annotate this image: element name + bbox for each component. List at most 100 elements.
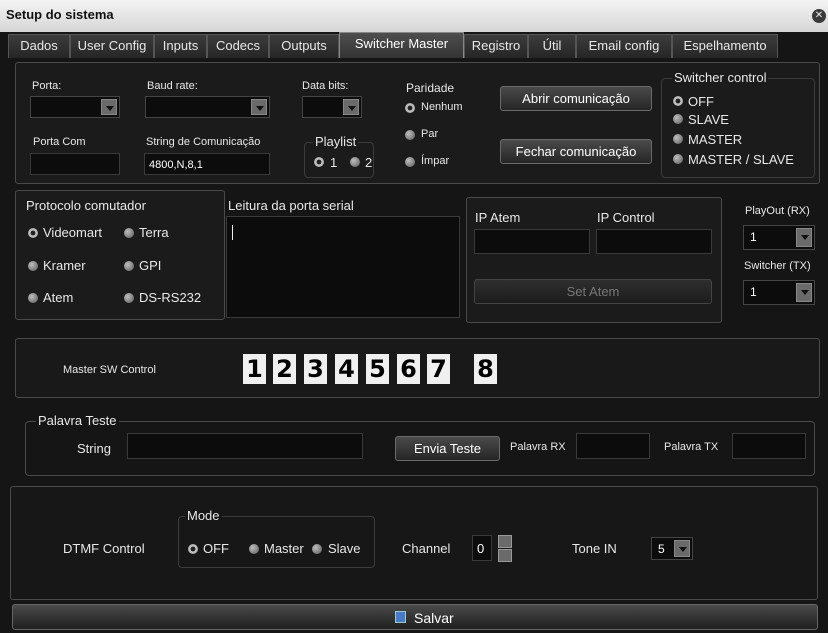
protocolo-terra-radio[interactable] — [124, 228, 134, 238]
channel-up-icon[interactable] — [498, 535, 512, 548]
paridade-impar-label: Ímpar — [421, 155, 450, 167]
chevron-down-icon[interactable] — [674, 540, 690, 557]
palavra-rx-label: Palavra RX — [510, 441, 566, 453]
dtmf-label: DTMF Control — [63, 541, 145, 556]
tone-in-label: Tone IN — [572, 541, 617, 556]
mode-slave-radio[interactable] — [312, 544, 322, 554]
master-sw-button-3[interactable]: 3 — [304, 354, 327, 384]
channel-down-icon[interactable] — [498, 549, 512, 562]
leitura-textarea[interactable] — [226, 216, 460, 318]
chevron-down-icon[interactable] — [101, 99, 117, 115]
protocolo-ds-rs232-radio[interactable] — [124, 293, 134, 303]
playout-label: PlayOut (RX) — [745, 205, 810, 217]
protocolo-ds-rs232-label: DS-RS232 — [139, 290, 202, 305]
protocolo-kramer-radio[interactable] — [28, 261, 38, 271]
chevron-down-icon[interactable] — [796, 228, 812, 247]
tab-inputs[interactable]: Inputs — [154, 34, 207, 58]
protocolo-kramer-label: Kramer — [43, 258, 86, 273]
window-title: Setup do sistema — [6, 7, 114, 22]
master-sw-button-2[interactable]: 2 — [273, 354, 296, 384]
chevron-down-icon[interactable] — [343, 99, 359, 115]
fechar-comunicacao-button[interactable]: Fechar comunicação — [500, 139, 652, 164]
ip-atem-field[interactable] — [474, 229, 590, 254]
switcher-master-slave-radio[interactable] — [673, 154, 683, 164]
tab-util[interactable]: Útil — [528, 34, 576, 58]
switcher-master-radio[interactable] — [673, 134, 683, 144]
paridade-par-radio[interactable] — [405, 130, 415, 140]
protocolo-atem-radio[interactable] — [28, 293, 38, 303]
abrir-comunicacao-button[interactable]: Abrir comunicação — [500, 86, 652, 111]
channel-field[interactable]: 0 — [472, 535, 492, 561]
ip-control-label: IP Control — [597, 210, 655, 225]
protocolo-gpi-radio[interactable] — [124, 261, 134, 271]
master-sw-button-7[interactable]: 7 — [427, 354, 450, 384]
string-field[interactable] — [127, 433, 363, 459]
protocolo-videomart-radio[interactable] — [28, 228, 38, 238]
chevron-down-icon[interactable] — [796, 283, 812, 302]
master-sw-button-6[interactable]: 6 — [397, 354, 420, 384]
mode-label: Mode — [185, 508, 222, 523]
playout-value: 1 — [750, 230, 757, 244]
switcher-slave-label: SLAVE — [688, 112, 729, 127]
porta-com-label: Porta Com — [33, 136, 86, 148]
baud-rate-select[interactable] — [145, 96, 270, 118]
string-comunicacao-label: String de Comunicação — [146, 136, 261, 148]
switcher-tx-select[interactable]: 1 — [743, 280, 815, 305]
porta-select[interactable] — [30, 96, 120, 118]
ip-control-field[interactable] — [596, 229, 712, 254]
text-caret — [232, 225, 233, 240]
playlist-1-radio[interactable] — [314, 157, 324, 167]
master-sw-button-4[interactable]: 4 — [335, 354, 358, 384]
mode-master-radio[interactable] — [249, 544, 259, 554]
tab-registro[interactable]: Registro — [464, 34, 528, 58]
string-label: String — [77, 441, 111, 456]
master-sw-button-5[interactable]: 5 — [366, 354, 389, 384]
tab-dados[interactable]: Dados — [8, 34, 70, 58]
data-bits-select[interactable] — [302, 96, 362, 118]
paridade-par-label: Par — [421, 128, 439, 140]
leitura-label: Leitura da porta serial — [228, 198, 354, 213]
tab-email-config[interactable]: Email config — [576, 34, 672, 58]
mode-off-radio[interactable] — [188, 544, 198, 554]
master-sw-button-1[interactable]: 1 — [243, 354, 266, 384]
switcher-off-label: OFF — [688, 94, 714, 109]
save-button[interactable]: Salvar — [12, 604, 818, 630]
tab-switcher-master[interactable]: Switcher Master — [339, 32, 464, 58]
protocolo-gpi-label: GPI — [139, 258, 162, 273]
switcher-slave-radio[interactable] — [673, 114, 683, 124]
paridade-impar-radio[interactable] — [405, 157, 415, 167]
protocolo-label: Protocolo comutador — [26, 198, 146, 213]
chevron-down-icon[interactable] — [251, 99, 267, 115]
envia-teste-button[interactable]: Envia Teste — [395, 436, 500, 461]
paridade-nenhum-label: Nenhum — [421, 101, 463, 113]
playout-select[interactable]: 1 — [743, 225, 815, 250]
save-label: Salvar — [414, 610, 454, 626]
baud-rate-label: Baud rate: — [147, 80, 198, 92]
porta-label: Porta: — [32, 80, 62, 92]
tone-in-select[interactable]: 5 — [651, 537, 693, 560]
paridade-label: Paridade — [404, 81, 457, 95]
master-sw-label: Master SW Control — [63, 364, 156, 376]
playlist-2-radio[interactable] — [350, 157, 360, 167]
tab-codecs[interactable]: Codecs — [207, 34, 269, 58]
close-icon[interactable]: ✕ — [812, 9, 826, 23]
playlist-1-label: 1 — [330, 155, 338, 170]
tab-strip: Dados User Config Inputs Codecs Outputs … — [8, 32, 820, 58]
palavra-tx-field[interactable] — [732, 433, 806, 459]
paridade-nenhum-radio[interactable] — [405, 103, 415, 113]
mode-off-label: OFF — [203, 541, 229, 556]
data-bits-label: Data bits: — [302, 80, 349, 92]
tab-espelhamento[interactable]: Espelhamento — [672, 34, 778, 58]
string-comunicacao-field[interactable]: 4800,N,8,1 — [144, 153, 270, 175]
tab-outputs[interactable]: Outputs — [269, 34, 339, 58]
protocolo-atem-label: Atem — [43, 290, 74, 305]
switcher-off-radio[interactable] — [673, 96, 683, 106]
master-sw-button-8[interactable]: 8 — [474, 354, 497, 384]
set-atem-button[interactable]: Set Atem — [474, 279, 712, 304]
switcher-tx-value: 1 — [750, 285, 757, 299]
playlist-2-label: 2 — [365, 155, 373, 170]
porta-com-field[interactable] — [30, 153, 120, 175]
palavra-rx-field[interactable] — [576, 433, 650, 459]
title-bar: Setup do sistema ✕ — [0, 0, 828, 32]
tab-user-config[interactable]: User Config — [70, 34, 154, 58]
